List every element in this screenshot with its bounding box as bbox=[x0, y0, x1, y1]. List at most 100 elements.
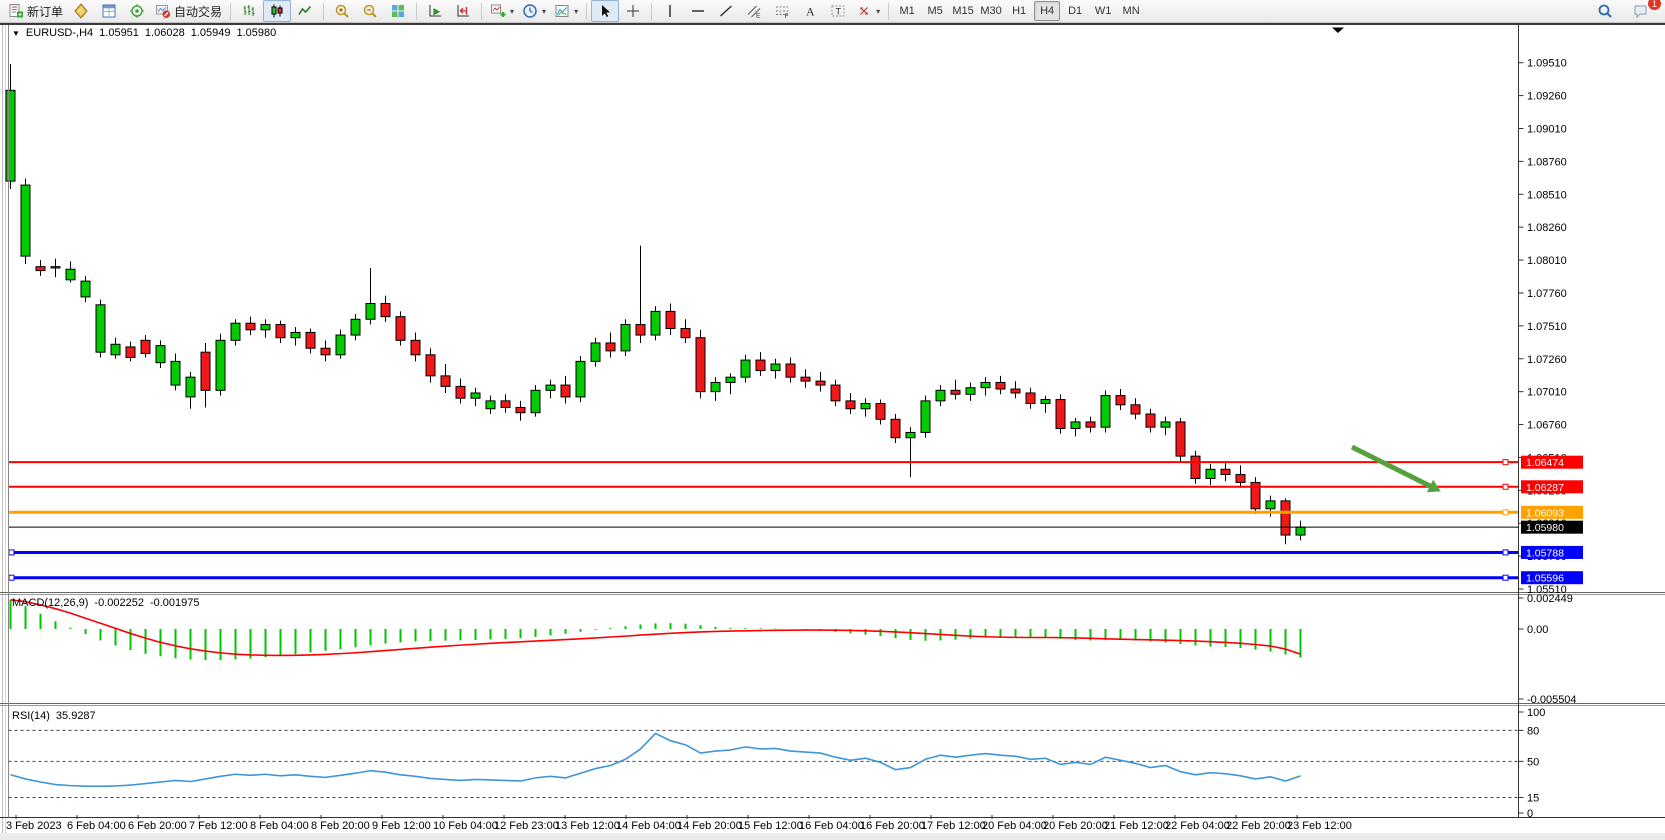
search-icon bbox=[1597, 3, 1613, 19]
text-label-button[interactable]: T bbox=[824, 0, 852, 22]
trendline-button[interactable] bbox=[712, 0, 740, 22]
price-level-label: 1.06474 bbox=[1521, 456, 1583, 470]
auto-scroll-icon bbox=[427, 3, 443, 19]
notifications-button[interactable]: 1 bbox=[1627, 0, 1655, 22]
new-order-button[interactable]: 新订单 bbox=[4, 0, 67, 22]
candle bbox=[546, 385, 555, 390]
line-handle[interactable] bbox=[1503, 550, 1508, 555]
candle bbox=[126, 347, 135, 358]
macd-main-value: -0.002252 bbox=[94, 597, 144, 609]
candle bbox=[1191, 456, 1200, 478]
candle bbox=[306, 332, 315, 348]
line-handle[interactable] bbox=[9, 550, 14, 555]
timeframe-w1-button[interactable]: W1 bbox=[1090, 1, 1116, 21]
candle bbox=[591, 343, 600, 361]
market-watch-button[interactable] bbox=[67, 0, 95, 22]
candle bbox=[1236, 475, 1245, 483]
templates-button[interactable]: ▾ bbox=[550, 0, 582, 22]
title-close: 1.05980 bbox=[236, 27, 276, 39]
timeframe-d1-button[interactable]: D1 bbox=[1062, 1, 1088, 21]
macd-tick-label: 0.00 bbox=[1527, 624, 1548, 636]
candle bbox=[156, 346, 165, 363]
line-chart-button[interactable] bbox=[291, 0, 319, 22]
time-tick-label: 17 Feb 12:00 bbox=[921, 820, 986, 832]
line-handle[interactable] bbox=[1503, 575, 1508, 580]
candle bbox=[1101, 396, 1110, 428]
svg-text:T: T bbox=[836, 7, 842, 17]
chart-shift-icon bbox=[455, 3, 471, 19]
text-button[interactable]: A bbox=[796, 0, 824, 22]
horizontal-line-icon bbox=[690, 3, 706, 19]
tile-windows-button[interactable] bbox=[384, 0, 412, 22]
candle bbox=[396, 317, 405, 341]
navigator-button[interactable] bbox=[123, 0, 151, 22]
cursor-button[interactable] bbox=[591, 0, 619, 22]
templates-icon bbox=[554, 3, 570, 19]
candle bbox=[1011, 389, 1020, 393]
candle bbox=[936, 390, 945, 401]
timeframe-mn-button[interactable]: MN bbox=[1118, 1, 1144, 21]
auto-scroll-button[interactable] bbox=[421, 0, 449, 22]
candle bbox=[36, 267, 45, 271]
arrows-button[interactable]: ▾ bbox=[852, 0, 884, 22]
candle bbox=[1026, 393, 1035, 404]
candle bbox=[216, 340, 225, 390]
equidistant-channel-button[interactable]: E bbox=[740, 0, 768, 22]
chart-context-arrow-icon[interactable]: ▼ bbox=[12, 29, 20, 38]
timeframe-m1-button[interactable]: M1 bbox=[894, 1, 920, 21]
dropdown-caret-icon[interactable]: ▾ bbox=[574, 7, 578, 16]
macd-signal-value: -0.001975 bbox=[150, 597, 200, 609]
price-tick-label: 1.08010 bbox=[1527, 255, 1567, 267]
time-tick-label: 6 Feb 20:00 bbox=[128, 820, 187, 832]
dropdown-caret-icon[interactable]: ▾ bbox=[876, 7, 880, 16]
line-handle[interactable] bbox=[1503, 460, 1508, 465]
fibonacci-icon: F bbox=[774, 3, 790, 19]
text-icon: A bbox=[802, 3, 818, 19]
candle bbox=[906, 432, 915, 437]
dropdown-caret-icon[interactable]: ▾ bbox=[542, 7, 546, 16]
line-handle[interactable] bbox=[1503, 484, 1508, 489]
candle bbox=[336, 335, 345, 355]
time-tick-label: 6 Feb 04:00 bbox=[67, 820, 126, 832]
rsi-tick-label: 80 bbox=[1527, 725, 1539, 737]
candle bbox=[681, 328, 690, 337]
dropdown-caret-icon[interactable]: ▾ bbox=[510, 7, 514, 16]
timeframe-h1-button[interactable]: H1 bbox=[1006, 1, 1032, 21]
fibonacci-button[interactable]: F bbox=[768, 0, 796, 22]
indicators-button[interactable]: ▾ bbox=[486, 0, 518, 22]
new-order-icon bbox=[8, 3, 24, 19]
time-tick-label: 22 Feb 04:00 bbox=[1165, 820, 1230, 832]
candlestick-chart-button[interactable] bbox=[263, 0, 291, 22]
candle bbox=[876, 403, 885, 419]
timeframe-m30-button[interactable]: M30 bbox=[978, 1, 1004, 21]
data-window-button[interactable] bbox=[95, 0, 123, 22]
vertical-line-button[interactable] bbox=[656, 0, 684, 22]
candle bbox=[711, 382, 720, 391]
svg-text:E: E bbox=[756, 13, 761, 20]
zoom-in-button[interactable] bbox=[328, 0, 356, 22]
timeframe-m5-button[interactable]: M5 bbox=[922, 1, 948, 21]
timeframe-h4-button[interactable]: H4 bbox=[1034, 1, 1060, 21]
candle bbox=[291, 332, 300, 337]
periods-button[interactable]: ▾ bbox=[518, 0, 550, 22]
rsi-tick-label: 0 bbox=[1527, 808, 1533, 820]
market-watch-icon bbox=[73, 3, 89, 19]
timeframe-m15-button[interactable]: M15 bbox=[950, 1, 976, 21]
chart-shift-button[interactable] bbox=[449, 0, 477, 22]
channel-icon: E bbox=[746, 3, 762, 19]
title-open: 1.05951 bbox=[99, 27, 139, 39]
zoom-out-button[interactable] bbox=[356, 0, 384, 22]
horizontal-line-button[interactable] bbox=[684, 0, 712, 22]
candle bbox=[816, 381, 825, 385]
candle bbox=[141, 340, 150, 353]
candle bbox=[1176, 422, 1185, 456]
crosshair-button[interactable] bbox=[619, 0, 647, 22]
candle bbox=[996, 382, 1005, 389]
bar-chart-button[interactable] bbox=[235, 0, 263, 22]
auto-trading-button[interactable]: 自动交易 bbox=[151, 0, 226, 22]
line-handle[interactable] bbox=[9, 575, 14, 580]
line-handle[interactable] bbox=[1503, 510, 1508, 515]
search-button[interactable] bbox=[1591, 0, 1619, 22]
price-level-label: 1.06287 bbox=[1521, 480, 1583, 494]
price-tick-label: 1.09010 bbox=[1527, 123, 1567, 135]
